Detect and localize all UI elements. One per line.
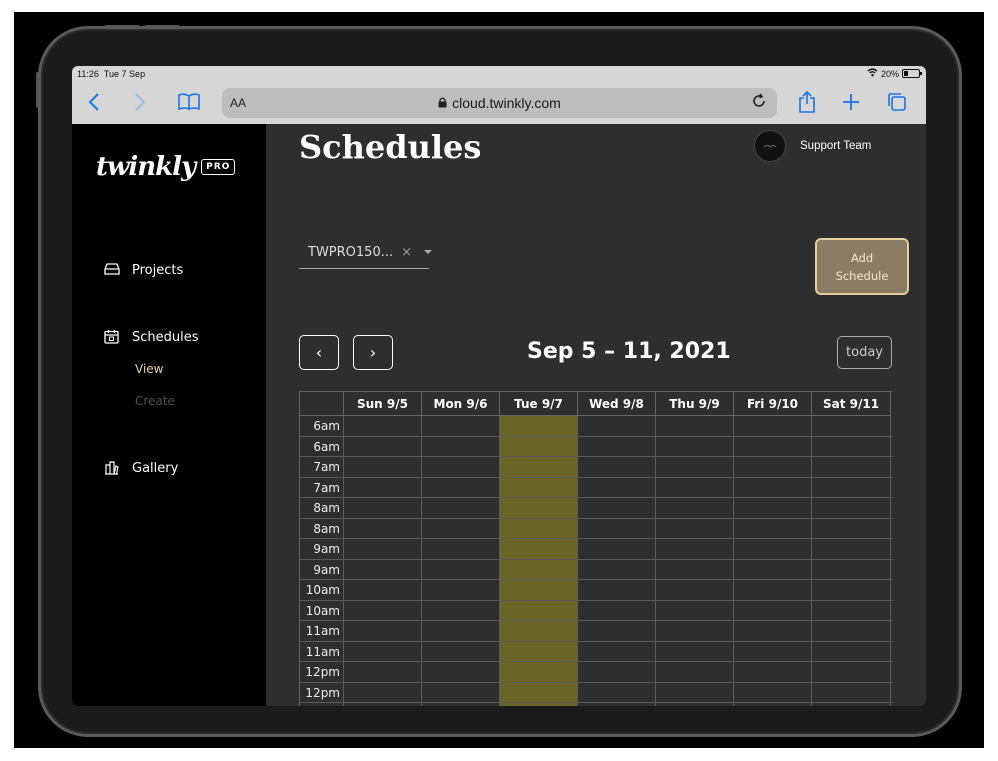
tabs-icon[interactable] (886, 89, 908, 115)
sidebar-item-gallery[interactable]: Gallery (104, 460, 178, 476)
time-slot-row[interactable]: 7am (300, 457, 893, 478)
sidebar: twinkly PRO Projects Schedules View Crea… (72, 124, 266, 706)
add-schedule-button[interactable]: Add Schedule (815, 238, 909, 295)
clear-device-icon[interactable]: × (401, 245, 412, 260)
battery-icon (902, 69, 922, 78)
sidebar-subitem-view[interactable]: View (135, 362, 163, 376)
today-button[interactable]: today (837, 336, 892, 369)
wifi-icon (867, 68, 878, 79)
sidebar-item-label: Projects (132, 262, 184, 278)
add-schedule-label-line2: Schedule (835, 269, 889, 283)
time-label: 12pm (305, 665, 340, 679)
gallery-icon (104, 460, 120, 476)
time-label: 10am (305, 603, 340, 618)
time-label: 6am (313, 419, 340, 433)
logo-wordmark: twinkly (96, 152, 196, 182)
day-header: Sun 9/5 (344, 392, 422, 416)
sidebar-item-label: Gallery (132, 460, 179, 476)
status-clock: 11:26 (77, 69, 99, 79)
status-bar: 11:26 Tue 7 Sep 20% (72, 66, 926, 82)
time-slot-row[interactable]: 11am (300, 642, 893, 662)
time-slot-row[interactable]: 10am (300, 580, 893, 601)
device-select[interactable]: TWPRO150... × (299, 236, 433, 269)
chevron-left-icon: ‹ (315, 343, 323, 362)
time-slot-row[interactable]: 7am (300, 478, 893, 498)
time-label: 10am (305, 583, 340, 597)
time-slot-row[interactable]: 6am (300, 416, 893, 437)
reader-aa-button[interactable]: AA (230, 96, 246, 110)
time-slot-row[interactable]: 9am (300, 539, 893, 560)
day-header: Thu 9/9 (656, 392, 734, 416)
time-slot-row[interactable]: 8am (300, 498, 893, 519)
day-header: Mon 9/6 (422, 392, 500, 416)
sidebar-subitem-create[interactable]: Create (135, 394, 175, 408)
time-label: 8am (313, 521, 340, 536)
date-range-title: Sep 5 – 11, 2021 (527, 339, 731, 364)
twinkly-pro-logo: twinkly PRO (96, 152, 236, 182)
chevron-right-icon: › (369, 343, 377, 362)
sidebar-item-label: Schedules (132, 329, 199, 345)
avatar (754, 130, 786, 162)
page-title: Schedules (299, 128, 482, 166)
time-slot-row[interactable]: 12pm (300, 683, 893, 703)
user-name: Support Team (800, 140, 872, 152)
new-tab-icon[interactable] (840, 89, 862, 115)
day-header: Fri 9/10 (734, 392, 812, 416)
url-text: cloud.twinkly.com (452, 95, 561, 111)
time-label: 9am (313, 542, 340, 556)
time-label: 6am (313, 439, 340, 454)
back-icon[interactable] (84, 89, 104, 115)
lock-icon (438, 95, 447, 111)
bookmarks-icon[interactable] (176, 89, 202, 115)
main-content: Schedules Support Team TWPRO150... × Add… (266, 124, 926, 706)
status-date: Tue 7 Sep (103, 69, 146, 79)
calendar-icon (104, 329, 120, 345)
time-slot-row[interactable]: 10am (300, 601, 893, 621)
time-gutter-header (300, 392, 344, 416)
forward-icon[interactable] (130, 89, 150, 115)
time-slot-row[interactable]: 12pm (300, 662, 893, 683)
time-label: 9am (313, 562, 340, 577)
time-label: 11am (305, 644, 340, 659)
share-icon[interactable] (796, 89, 818, 115)
device-select-value: TWPRO150... (308, 244, 394, 260)
chevron-down-icon[interactable] (424, 250, 433, 254)
day-header: Tue 9/7 (500, 392, 578, 416)
time-label: 12pm (305, 685, 340, 700)
day-header: Sat 9/11 (812, 392, 891, 416)
status-time: 11:26 Tue 7 Sep (77, 69, 145, 79)
address-bar[interactable]: AA cloud.twinkly.com (222, 88, 777, 118)
time-slot-row[interactable]: 9am (300, 560, 893, 580)
time-label: 7am (313, 480, 340, 495)
time-label: 8am (313, 501, 340, 515)
battery-percent: 20% (880, 68, 899, 79)
reload-icon[interactable] (751, 93, 767, 114)
add-schedule-label-line1: Add (850, 251, 874, 265)
day-header: Wed 9/8 (578, 392, 656, 416)
time-slot-row[interactable]: 11am (300, 621, 893, 642)
tablet-screen: 11:26 Tue 7 Sep 20% AA cloud.twinkly.com (72, 66, 926, 706)
time-slot-row[interactable]: 6am (300, 437, 893, 457)
status-indicators: 20% (867, 68, 922, 79)
week-calendar: Sun 9/5 Mon 9/6 Tue 9/7 Wed 9/8 Thu 9/9 Fri 9… (299, 391, 893, 706)
sidebar-item-schedules[interactable]: Schedules (104, 329, 199, 345)
prev-week-button[interactable]: ‹ (299, 335, 339, 370)
time-label: 7am (313, 460, 340, 474)
user-menu[interactable]: Support Team (754, 130, 871, 162)
sidebar-item-projects[interactable]: Projects (104, 262, 183, 278)
time-slot-row[interactable]: 8am (300, 519, 893, 539)
logo-pro-badge: PRO (201, 159, 236, 175)
projects-icon (104, 262, 120, 278)
next-week-button[interactable]: › (353, 335, 393, 370)
time-label: 11am (305, 624, 340, 638)
safari-toolbar: AA cloud.twinkly.com (72, 82, 926, 124)
